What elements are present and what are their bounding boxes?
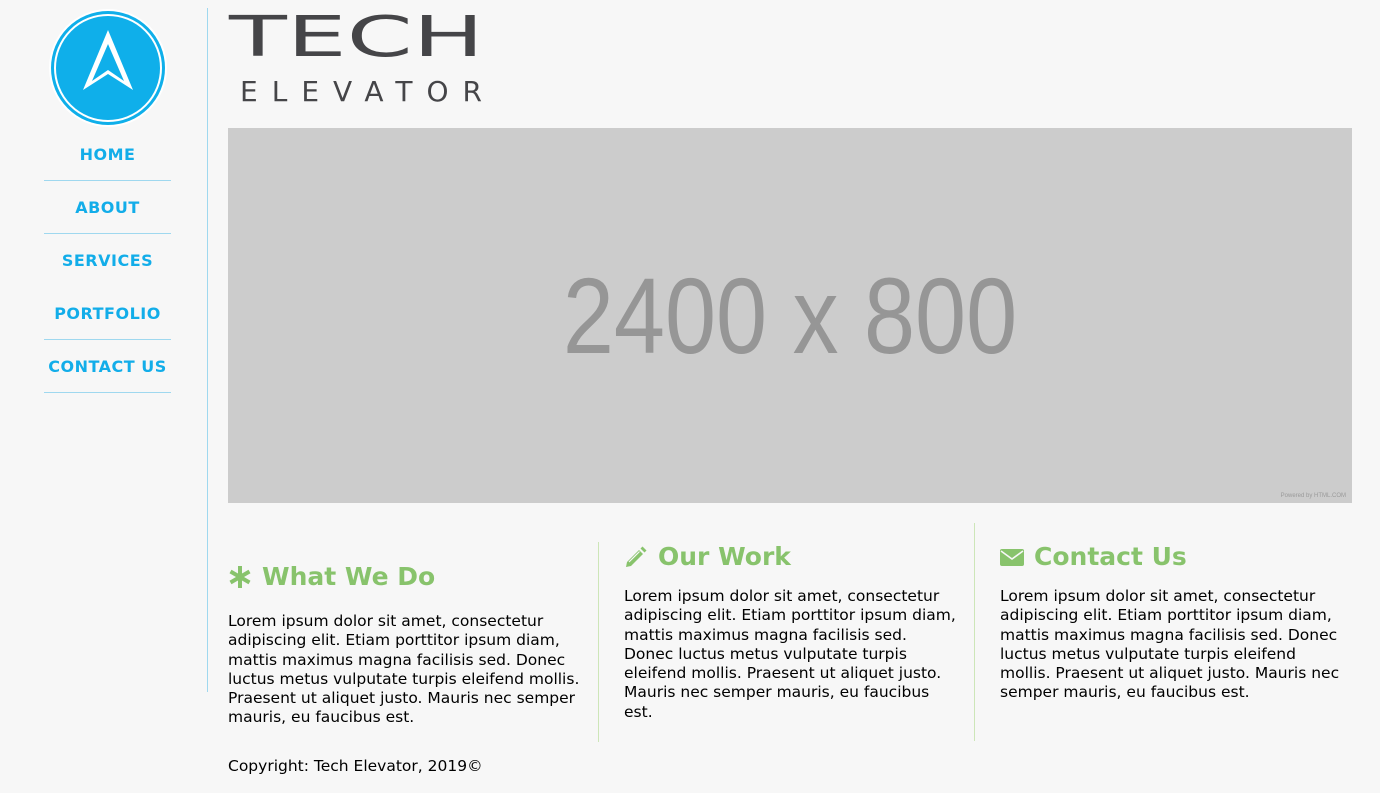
section-heading: Contact Us	[1000, 542, 1340, 572]
section-title: What We Do	[262, 562, 436, 591]
nav-item-services[interactable]: SERVICES	[44, 234, 171, 287]
section-what-we-do: What We Do Lorem ipsum dolor sit amet, c…	[228, 562, 580, 728]
section-heading: What We Do	[228, 562, 580, 592]
section-contact-us: Contact Us Lorem ipsum dolor sit amet, c…	[1000, 542, 1340, 703]
brand-line1: TECH	[228, 8, 484, 70]
sidebar-divider	[207, 8, 208, 692]
footer-copyright: Copyright: Tech Elevator, 2019©	[228, 757, 483, 775]
hero-credit: Powered by HTML.COM	[1280, 493, 1346, 499]
section-title: Contact Us	[1034, 542, 1187, 571]
column-divider	[974, 523, 975, 741]
hero-image-placeholder: 2400 x 800 Powered by HTML.COM	[228, 128, 1352, 503]
section-heading: Our Work	[624, 542, 960, 572]
brand-logo: TECH ELEVATOR	[228, 8, 484, 106]
nav-item-about[interactable]: ABOUT	[44, 181, 171, 234]
section-body: Lorem ipsum dolor sit amet, consectetur …	[624, 587, 956, 721]
nav-item-contact-us[interactable]: CONTACT US	[44, 340, 171, 393]
hero-placeholder-text: 2400 x 800	[562, 255, 1018, 376]
pencil-icon	[626, 546, 647, 567]
asterisk-icon	[229, 566, 251, 588]
envelope-icon	[1000, 549, 1024, 566]
section-title: Our Work	[658, 542, 791, 571]
brand-line2: ELEVATOR	[240, 75, 482, 106]
nav-item-portfolio[interactable]: PORTFOLIO	[44, 287, 171, 340]
section-our-work: Our Work Lorem ipsum dolor sit amet, con…	[624, 542, 960, 722]
main-nav: HOME ABOUT SERVICES PORTFOLIO CONTACT US	[44, 128, 171, 393]
section-body: Lorem ipsum dolor sit amet, consectetur …	[228, 612, 580, 727]
nav-item-home[interactable]: HOME	[44, 128, 171, 181]
logo-icon[interactable]	[48, 8, 168, 128]
column-divider	[598, 542, 599, 742]
sidebar: HOME ABOUT SERVICES PORTFOLIO CONTACT US	[0, 0, 208, 692]
section-body: Lorem ipsum dolor sit amet, consectetur …	[1000, 587, 1340, 702]
